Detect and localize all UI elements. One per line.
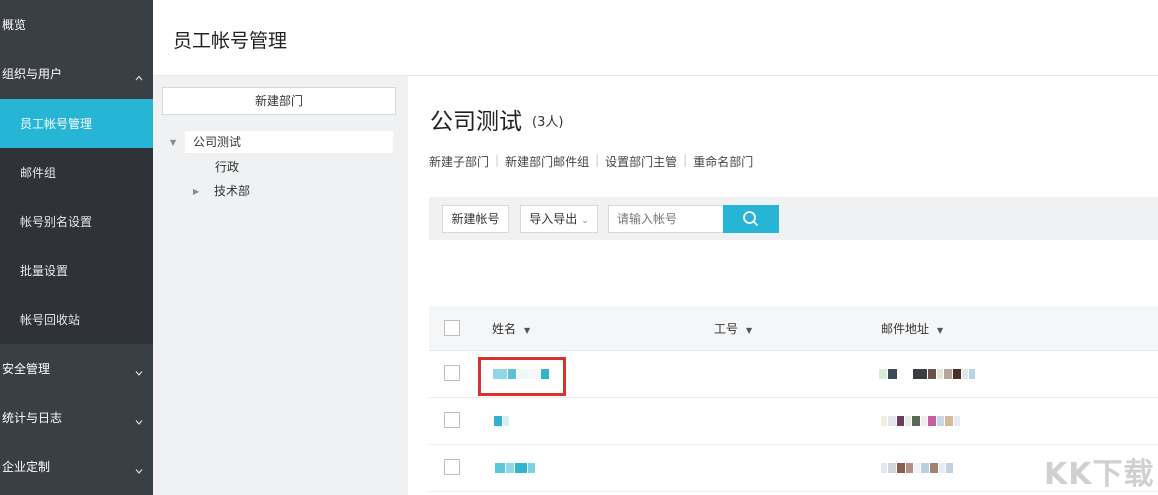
- chevron-down-icon: [135, 419, 143, 425]
- nav-employee-accounts[interactable]: 员工帐号管理: [0, 99, 153, 148]
- main-content: 公司测试 (3人) 新建子部门 | 新建部门邮件组 | 设置部门主管 | 重命名…: [408, 76, 1158, 495]
- nav-overview[interactable]: 概览: [0, 0, 153, 49]
- table-row[interactable]: [429, 398, 1158, 445]
- chevron-up-icon: [135, 75, 143, 80]
- column-email[interactable]: 邮件地址 ▼: [881, 320, 943, 337]
- chevron-down-icon: [135, 468, 143, 474]
- row-checkbox[interactable]: [444, 459, 460, 475]
- search-icon: [743, 211, 759, 227]
- row-checkbox[interactable]: [444, 365, 460, 381]
- select-all-checkbox[interactable]: [444, 320, 460, 336]
- divider: |: [683, 153, 688, 167]
- member-count: (3人): [532, 115, 564, 130]
- new-department-button[interactable]: 新建部门: [162, 87, 396, 115]
- nav-batch-settings[interactable]: 批量设置: [0, 246, 153, 295]
- account-toolbar: 新建帐号 导入导出 ⌄: [429, 197, 1158, 240]
- row-checkbox[interactable]: [444, 412, 460, 428]
- column-email-label: 邮件地址: [881, 322, 930, 336]
- new-dept-mail-group-link[interactable]: 新建部门邮件组: [505, 153, 589, 170]
- column-employee-id-label: 工号: [714, 322, 739, 336]
- sidebar: 概览 组织与用户 员工帐号管理 邮件组 帐号别名设置 批量设置 帐号回收站 安全…: [0, 0, 153, 495]
- tree-node-tech[interactable]: 技术部: [214, 180, 250, 202]
- import-export-dropdown[interactable]: 导入导出 ⌄: [520, 205, 598, 233]
- rename-dept-link[interactable]: 重命名部门: [693, 153, 753, 170]
- table-header: 姓名 ▼ 工号 ▼ 邮件地址 ▼: [429, 306, 1158, 351]
- department-tree-panel: 新建部门 ▼ 公司测试 行政 ▶ 技术部: [153, 76, 408, 495]
- blurred-email: [879, 369, 975, 379]
- blurred-email: [881, 463, 953, 473]
- new-account-button[interactable]: 新建帐号: [442, 205, 509, 233]
- divider: |: [595, 153, 600, 167]
- highlight-box: [478, 357, 566, 396]
- nav-enterprise-custom[interactable]: 企业定制: [0, 442, 153, 491]
- caret-collapsed-icon[interactable]: ▶: [193, 187, 199, 196]
- sort-down-icon: ▼: [524, 326, 531, 335]
- nav-stats-logs[interactable]: 统计与日志: [0, 393, 153, 442]
- nav-security-label: 安全管理: [2, 362, 51, 376]
- department-title: 公司测试: [430, 109, 522, 135]
- page-title: 员工帐号管理: [173, 30, 288, 52]
- nav-stats-logs-label: 统计与日志: [2, 411, 63, 425]
- nav-account-recycle-label: 帐号回收站: [20, 313, 81, 327]
- blurred-name: [494, 416, 509, 426]
- nav-org-users[interactable]: 组织与用户: [0, 49, 153, 98]
- sort-down-icon: ▼: [746, 326, 753, 335]
- new-subdepartment-link[interactable]: 新建子部门: [429, 153, 489, 170]
- sort-down-icon: ▼: [937, 326, 944, 335]
- column-name[interactable]: 姓名 ▼: [492, 320, 530, 337]
- blurred-name: [495, 463, 535, 473]
- search-button[interactable]: [723, 205, 779, 233]
- table-row[interactable]: [429, 351, 1158, 398]
- nav-security[interactable]: 安全管理: [0, 344, 153, 393]
- nav-batch-settings-label: 批量设置: [20, 264, 69, 278]
- tree-node-company[interactable]: 公司测试: [185, 131, 393, 153]
- department-actions: 新建子部门 | 新建部门邮件组 | 设置部门主管 | 重命名部门: [429, 153, 753, 170]
- nav-mail-groups[interactable]: 邮件组: [0, 148, 153, 197]
- import-export-label: 导入导出: [529, 212, 578, 226]
- nav-employee-accounts-label: 员工帐号管理: [20, 117, 93, 131]
- search-input[interactable]: [608, 205, 724, 233]
- nav-org-users-label: 组织与用户: [2, 67, 63, 81]
- watermark-logo: KK下载: [1044, 457, 1155, 492]
- nav-enterprise-custom-label: 企业定制: [2, 460, 51, 474]
- nav-account-recycle[interactable]: 帐号回收站: [0, 295, 153, 344]
- tree-node-admin[interactable]: 行政: [215, 156, 239, 178]
- page-header: 员工帐号管理: [153, 0, 1158, 76]
- nav-mail-groups-label: 邮件组: [20, 166, 57, 180]
- chevron-down-icon: ⌄: [581, 216, 589, 226]
- chevron-down-icon: [135, 370, 143, 376]
- nav-overview-label: 概览: [2, 18, 27, 32]
- nav-account-alias-label: 帐号别名设置: [20, 215, 93, 229]
- caret-expanded-icon[interactable]: ▼: [170, 138, 176, 147]
- set-dept-manager-link[interactable]: 设置部门主管: [605, 153, 677, 170]
- nav-account-alias[interactable]: 帐号别名设置: [0, 197, 153, 246]
- blurred-email: [881, 416, 960, 426]
- divider: |: [495, 153, 500, 167]
- column-name-label: 姓名: [492, 322, 517, 336]
- column-employee-id[interactable]: 工号 ▼: [714, 320, 752, 337]
